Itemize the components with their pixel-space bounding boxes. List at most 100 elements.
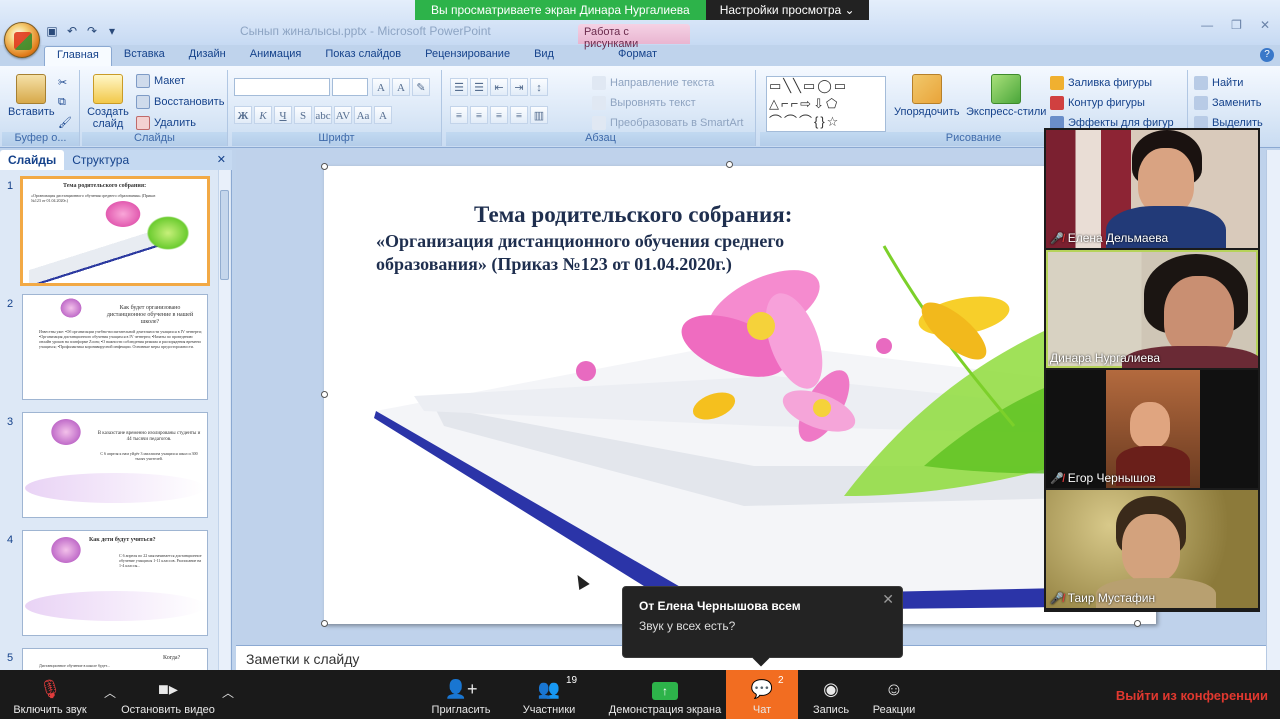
align-center-icon[interactable]: ≡ — [470, 106, 488, 124]
strikethrough-icon[interactable]: abc — [314, 106, 332, 124]
reset-button[interactable]: Восстановить — [136, 95, 224, 109]
bullets-icon[interactable]: ☰ — [450, 78, 468, 96]
font-name-field[interactable] — [234, 78, 330, 96]
layout-button[interactable]: Макет — [136, 74, 185, 88]
chat-sender: От Елена Чернышова всем — [639, 599, 801, 613]
tab-review[interactable]: Рецензирование — [413, 46, 522, 66]
invite-button[interactable]: 👤+ Пригласить — [428, 670, 494, 719]
slide-thumbnail-4[interactable]: 4 Как дети будут учиться? С 6 апреля по … — [4, 530, 218, 638]
paste-button[interactable]: Вставить — [8, 74, 55, 118]
tab-view[interactable]: Вид — [522, 46, 566, 66]
resize-handle[interactable] — [321, 163, 328, 170]
slide-thumbnail-3[interactable]: 3 В казахстане временно изолированы студ… — [4, 412, 218, 520]
shape-outline-button[interactable]: Контур фигуры — [1050, 96, 1145, 110]
tab-slideshow[interactable]: Показ слайдов — [313, 46, 413, 66]
align-right-icon[interactable]: ≡ — [490, 106, 508, 124]
line-spacing-icon[interactable]: ↕ — [530, 78, 548, 96]
spacing-icon[interactable]: AV — [334, 106, 352, 124]
shape-fill-label: Заливка фигуры — [1068, 77, 1153, 89]
slide-thumbnail-5[interactable]: 5 Когда? Дистанционное обучение в школе … — [4, 648, 218, 670]
numbering-icon[interactable]: ☰ — [470, 78, 488, 96]
find-button[interactable]: Найти — [1194, 76, 1243, 90]
shadow-icon[interactable]: S — [294, 106, 312, 124]
align-left-icon[interactable]: ≡ — [450, 106, 468, 124]
resize-handle[interactable] — [321, 391, 328, 398]
slide-title[interactable]: Тема родительского собрания: — [474, 202, 792, 228]
close-icon[interactable]: ✕ — [1260, 18, 1270, 32]
clear-format-icon[interactable]: ✎ — [412, 78, 430, 96]
columns-icon[interactable]: ▥ — [530, 106, 548, 124]
new-slide-button[interactable]: Создать слайд — [86, 74, 130, 130]
share-screen-button[interactable]: ↑ Демонстрация экрана — [606, 670, 724, 719]
font-color-icon[interactable]: A — [374, 106, 392, 124]
italic-icon[interactable]: К — [254, 106, 272, 124]
decrease-indent-icon[interactable]: ⇤ — [490, 78, 508, 96]
participant-video-2[interactable]: Динара Нургалиева — [1046, 250, 1258, 368]
cut-icon[interactable]: ✂ — [58, 76, 67, 89]
minimize-icon[interactable]: — — [1201, 18, 1213, 32]
slides-panel-scrollbar[interactable] — [218, 170, 230, 670]
resize-handle[interactable] — [321, 620, 328, 627]
leave-meeting-button[interactable]: Выйти из конференции — [1116, 688, 1268, 703]
case-icon[interactable]: Aa — [354, 106, 372, 124]
tab-insert[interactable]: Вставка — [112, 46, 177, 66]
participants-button[interactable]: 👥 Участники 19 — [518, 670, 580, 719]
participant-video-4[interactable]: 🎤̸ Таир Мустафин — [1046, 490, 1258, 608]
tab-home[interactable]: Главная — [44, 46, 112, 66]
help-icon[interactable]: ? — [1260, 48, 1274, 62]
record-button[interactable]: ◉ Запись — [804, 670, 858, 719]
current-slide[interactable]: Тема родительского собрания: «Организаци… — [324, 166, 1156, 624]
main-scrollbar[interactable] — [1266, 150, 1280, 670]
redo-icon[interactable]: ↷ — [84, 23, 100, 39]
chat-notification[interactable]: От Елена Чернышова всем Звук у всех есть… — [622, 586, 903, 667]
font-size-field[interactable] — [332, 78, 368, 96]
paragraph-group-label: Абзац — [446, 132, 755, 146]
increase-indent-icon[interactable]: ⇥ — [510, 78, 528, 96]
quick-styles-button[interactable]: Экспресс-стили — [966, 74, 1046, 118]
tab-animation[interactable]: Анимация — [238, 46, 314, 66]
customize-qat-icon[interactable]: ▾ — [104, 23, 120, 39]
resize-handle[interactable] — [1134, 620, 1141, 627]
align-text-button[interactable]: Выровнять текст — [592, 96, 696, 110]
unmute-button[interactable]: 🎙 Включить звук — [0, 670, 100, 719]
text-direction-button[interactable]: Направление текста — [592, 76, 714, 90]
close-panel-icon[interactable]: ✕ — [217, 153, 226, 166]
view-options-button[interactable]: Настройки просмотра ⌄ — [705, 0, 869, 20]
office-button[interactable] — [4, 22, 40, 58]
tab-design[interactable]: Дизайн — [177, 46, 238, 66]
save-icon[interactable]: ▣ — [44, 23, 60, 39]
shape-fill-button[interactable]: Заливка фигуры — [1050, 76, 1152, 90]
participant-video-1[interactable]: 🎤̸ Елена Дельмаева — [1046, 130, 1258, 248]
video-options-chevron-icon[interactable]: ︿ — [222, 684, 234, 701]
slide-subtitle[interactable]: «Организация дистанционного обучения сре… — [376, 230, 896, 276]
grow-font-icon[interactable]: A — [372, 78, 390, 96]
delete-slide-button[interactable]: Удалить — [136, 116, 196, 130]
chat-button[interactable]: 💬 Чат 2 — [726, 670, 798, 719]
format-painter-icon[interactable]: 🖌 — [58, 116, 72, 129]
arrange-button[interactable]: Упорядочить — [894, 74, 959, 118]
smartart-button[interactable]: Преобразовать в SmartArt — [592, 116, 743, 130]
shrink-font-icon[interactable]: A — [392, 78, 410, 96]
tab-outline[interactable]: Структура — [64, 150, 137, 170]
justify-icon[interactable]: ≡ — [510, 106, 528, 124]
scroll-thumb[interactable] — [220, 190, 229, 280]
resize-handle[interactable] — [726, 161, 733, 168]
underline-icon[interactable]: Ч — [274, 106, 292, 124]
thumbnail-flower-image — [59, 297, 83, 319]
shapes-gallery[interactable]: ▭╲╲▭◯▭ △⌐⌐⇨⇩⬠ ⌒⌒⌒{}☆ — [766, 76, 886, 132]
participant-video-3[interactable]: 🎤̸ Егор Чернышов — [1046, 370, 1258, 488]
thumbnail-title: Тема родительского собрания: — [63, 183, 147, 189]
replace-button[interactable]: Заменить — [1194, 96, 1261, 110]
slide-thumbnail-2[interactable]: 2 Как будет организовано дистанционное о… — [4, 294, 218, 402]
bold-icon[interactable]: Ж — [234, 106, 252, 124]
tab-format[interactable]: Формат — [606, 46, 669, 66]
audio-options-chevron-icon[interactable]: ︿ — [104, 684, 116, 701]
stop-video-button[interactable]: ■▸ Остановить видео — [118, 670, 218, 719]
copy-icon[interactable]: ⧉ — [58, 96, 66, 109]
reactions-button[interactable]: ☺ Реакции — [866, 670, 922, 719]
undo-icon[interactable]: ↶ — [64, 23, 80, 39]
close-icon[interactable]: ✕ — [882, 591, 894, 608]
slide-thumbnail-1[interactable]: 1 Тема родительского собрания: «Организа… — [4, 176, 218, 288]
maximize-icon[interactable]: ❐ — [1231, 18, 1242, 32]
tab-slides[interactable]: Слайды — [0, 150, 65, 170]
